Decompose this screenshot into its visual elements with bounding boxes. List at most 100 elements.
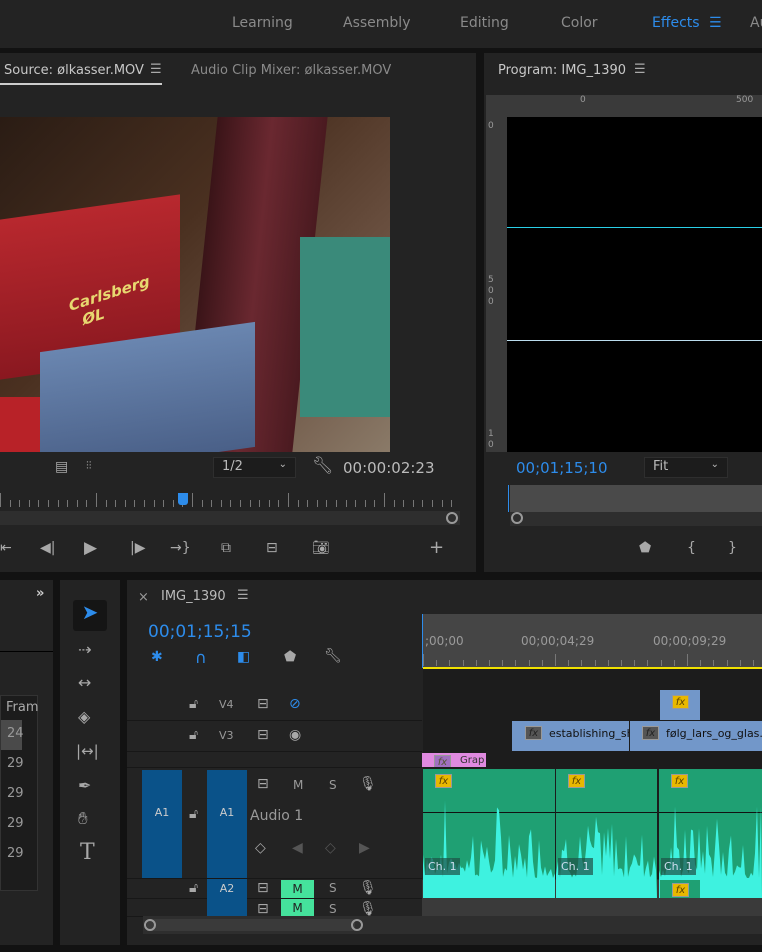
linked-selection-icon[interactable]: ◧	[237, 649, 250, 665]
playhead[interactable]	[178, 493, 188, 505]
microphone-icon[interactable]: 🎙︎	[359, 880, 377, 896]
playhead[interactable]	[508, 485, 509, 512]
resolution-select[interactable]: 1/2 ⌄	[213, 457, 296, 478]
workspace-audio[interactable]: Au	[750, 15, 762, 31]
keyframe-toggle-icon[interactable]: ◇	[255, 840, 266, 856]
clip-v4[interactable]: fx	[660, 690, 700, 720]
playhead[interactable]	[422, 614, 423, 668]
track-label[interactable]: V3	[219, 729, 234, 742]
sync-lock-icon[interactable]: ⊟	[257, 696, 269, 712]
add-marker-icon[interactable]: ⬟	[284, 649, 296, 665]
source-menu-icon[interactable]: ☰	[150, 62, 162, 77]
timeline-scrollbar[interactable]	[143, 916, 762, 934]
microphone-icon[interactable]: 🎙︎	[359, 776, 377, 792]
sync-lock-icon[interactable]: ⊟	[257, 880, 269, 896]
workspace-editing[interactable]: Editing	[460, 15, 509, 31]
workspace-assembly[interactable]: Assembly	[343, 15, 410, 31]
tab-program[interactable]: Program: IMG_1390	[498, 63, 626, 78]
audio-clip-a2[interactable]: fx	[660, 880, 700, 898]
insert-icon[interactable]: ⧉	[221, 540, 231, 556]
go-to-in-icon[interactable]: ⇤	[0, 540, 12, 556]
drag-audio-icon[interactable]: ⫶⫶	[86, 459, 92, 473]
scroll-handle-right[interactable]	[351, 919, 363, 931]
next-keyframe-icon[interactable]: ▶	[359, 840, 370, 856]
mute-button-active[interactable]: M	[281, 880, 314, 898]
eye-icon[interactable]: ◉	[289, 727, 301, 743]
overwrite-icon[interactable]: ⊟	[266, 540, 278, 556]
drag-video-icon[interactable]: ▤	[55, 459, 68, 475]
eye-hidden-icon[interactable]: ⊘	[289, 696, 301, 712]
clip-folg-lars[interactable]: fx følg_lars_og_glas.M	[630, 721, 762, 751]
step-forward-icon[interactable]: |▶	[130, 540, 145, 556]
wrench-icon[interactable]: 🔧︎	[312, 456, 334, 476]
clip-establishing[interactable]: fx establishing_sh	[512, 721, 629, 751]
audio-clip[interactable]: fx Ch. 1	[659, 769, 762, 898]
source-time-ruler[interactable]	[0, 493, 460, 511]
program-menu-icon[interactable]: ☰	[634, 62, 646, 77]
camera-icon[interactable]: 📷︎	[312, 540, 330, 556]
scroll-handle[interactable]	[446, 512, 458, 524]
mute-button[interactable]: M	[293, 778, 303, 792]
list-item[interactable]: 29	[7, 846, 24, 861]
program-time-ruler[interactable]	[510, 485, 762, 512]
column-header-frame-rate[interactable]: Fram	[6, 700, 39, 715]
lock-icon[interactable]: 🔓︎	[189, 880, 198, 896]
track-target-a3[interactable]	[207, 899, 247, 916]
mark-out-icon[interactable]: }	[728, 540, 737, 556]
step-back-icon[interactable]: ◀|	[40, 540, 55, 556]
solo-button[interactable]: S	[329, 881, 337, 895]
timeline-settings-icon[interactable]: 🔧︎	[324, 648, 342, 664]
add-marker-icon[interactable]: ⬟	[639, 540, 651, 556]
panel-overflow-icon[interactable]: »	[36, 586, 44, 601]
selection-tool-icon[interactable]: ➤	[73, 600, 107, 631]
solo-button[interactable]: S	[329, 902, 337, 916]
zoom-scrollbar[interactable]	[0, 511, 460, 525]
track-target-a2[interactable]: A2	[207, 879, 247, 899]
workspace-effects[interactable]: Effects	[652, 15, 700, 31]
source-timecode[interactable]: 00:00:02:23	[343, 459, 435, 477]
nest-toggle-icon[interactable]: ✱	[151, 649, 163, 665]
razor-tool-icon[interactable]: ◈	[78, 707, 90, 726]
track-label[interactable]: V4	[219, 698, 234, 711]
sync-lock-icon[interactable]: ⊟	[257, 727, 269, 743]
snap-icon[interactable]: ∩	[195, 648, 207, 667]
tab-source[interactable]: Source: ølkasser.MOV	[4, 63, 144, 78]
track-select-tool-icon[interactable]: ⇢	[78, 640, 91, 659]
clip-graphic[interactable]: fx Grap	[422, 753, 486, 767]
add-button-icon[interactable]: +	[429, 537, 444, 558]
close-sequence-icon[interactable]: ×	[138, 590, 149, 605]
prev-keyframe-icon[interactable]: ◀	[292, 840, 303, 856]
scroll-handle-left[interactable]	[144, 919, 156, 931]
solo-button[interactable]: S	[329, 778, 337, 792]
list-item[interactable]: 29	[7, 816, 24, 831]
timeline-ruler[interactable]: ;00;00 00;00;04;29 00;00;09;29	[423, 614, 762, 668]
type-tool-icon[interactable]: T	[80, 840, 95, 865]
hand-tool-icon[interactable]: ✋︎	[78, 809, 88, 829]
scrollbar-thumb[interactable]	[147, 919, 355, 931]
pen-tool-icon[interactable]: ✒	[78, 776, 91, 795]
audio-clip[interactable]: fx Ch. 1	[423, 769, 555, 898]
play-icon[interactable]: ▶	[84, 538, 97, 558]
zoom-scrollbar[interactable]	[510, 512, 762, 526]
list-item[interactable]: 24	[7, 726, 24, 741]
mute-button-active[interactable]: M	[281, 899, 314, 916]
slip-tool-icon[interactable]: |↔|	[76, 742, 99, 760]
sync-lock-icon[interactable]: ⊟	[257, 776, 269, 792]
track-target-a1[interactable]: A1	[207, 770, 247, 878]
timeline-menu-icon[interactable]: ☰	[237, 588, 249, 603]
mark-in-icon[interactable]: {	[687, 540, 696, 556]
list-item[interactable]: 29	[7, 786, 24, 801]
audio-clip[interactable]: fx Ch. 1	[556, 769, 657, 898]
scroll-handle[interactable]	[511, 512, 523, 524]
source-patch-a1[interactable]: A1	[142, 770, 182, 878]
go-to-out-icon[interactable]: →}	[170, 540, 191, 556]
ripple-edit-tool-icon[interactable]: ↔	[78, 673, 91, 692]
zoom-select[interactable]: Fit ⌄	[644, 457, 728, 478]
lock-icon[interactable]: 🔓︎	[189, 727, 198, 743]
timeline-timecode[interactable]: 00;01;15;15	[148, 622, 252, 642]
tab-audio-clip-mixer[interactable]: Audio Clip Mixer: ølkasser.MOV	[191, 63, 391, 78]
add-keyframe-icon[interactable]: ◇	[325, 840, 336, 856]
microphone-icon[interactable]: 🎙︎	[359, 901, 377, 916]
workspace-color[interactable]: Color	[561, 15, 598, 31]
tab-sequence[interactable]: IMG_1390	[161, 589, 226, 604]
